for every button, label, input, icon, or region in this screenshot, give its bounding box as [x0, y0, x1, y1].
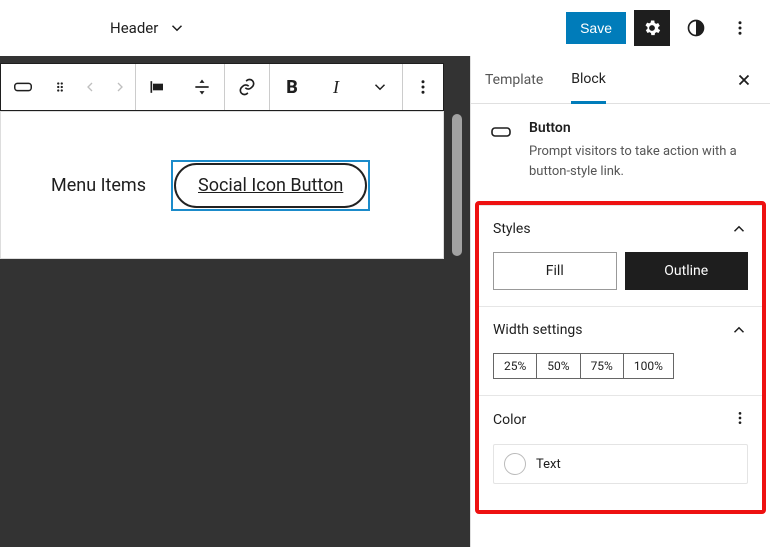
color-options-button[interactable] [732, 410, 748, 430]
align-left-icon [148, 77, 168, 97]
tab-block[interactable]: Block [571, 57, 606, 104]
button-block[interactable]: Social Icon Button [174, 163, 367, 208]
text-color-label: Text [536, 457, 561, 472]
canvas-scrollbar[interactable] [452, 114, 462, 256]
kebab-icon [732, 410, 748, 426]
editor-canvas[interactable]: B I Menu Items Social Icon Button [0, 56, 470, 547]
button-block-icon [489, 120, 513, 144]
move-right-button[interactable] [105, 64, 135, 110]
styles-contrast-button[interactable] [678, 10, 714, 46]
kebab-icon [731, 19, 749, 37]
header-template-area[interactable]: Menu Items Social Icon Button [0, 111, 444, 259]
chevron-down-icon [371, 78, 389, 96]
align-middle-icon [192, 77, 212, 97]
vertical-align-button[interactable] [180, 64, 224, 110]
link-button[interactable] [225, 64, 269, 110]
bold-button[interactable]: B [270, 64, 314, 110]
width-100-button[interactable]: 100% [624, 353, 674, 379]
width-75-button[interactable]: 75% [581, 353, 624, 379]
block-name: Button [529, 120, 752, 136]
italic-icon: I [333, 77, 339, 98]
options-menu-button[interactable] [722, 10, 758, 46]
width-25-button[interactable]: 25% [493, 353, 537, 379]
block-type-button[interactable] [1, 64, 45, 110]
move-left-button[interactable] [75, 64, 105, 110]
document-title-dropdown[interactable]: Header [110, 19, 186, 37]
block-options-button[interactable] [403, 64, 443, 110]
contrast-icon [686, 18, 706, 38]
block-description: Prompt visitors to take action with a bu… [529, 142, 752, 181]
kebab-icon [414, 78, 432, 96]
save-button[interactable]: Save [566, 12, 626, 44]
close-icon [735, 71, 753, 89]
width-heading: Width settings [493, 322, 583, 338]
chevron-up-icon [730, 220, 748, 238]
chevron-up-icon [730, 321, 748, 339]
width-50-button[interactable]: 50% [537, 353, 580, 379]
chevron-left-icon [82, 79, 98, 95]
document-title: Header [110, 19, 158, 37]
tab-template[interactable]: Template [485, 58, 543, 102]
close-sidebar-button[interactable] [730, 66, 758, 94]
chevron-down-icon [168, 19, 186, 37]
gear-icon [642, 18, 662, 38]
settings-button[interactable] [634, 10, 670, 46]
styles-heading: Styles [493, 221, 531, 237]
style-fill-button[interactable]: Fill [493, 252, 617, 290]
style-outline-button[interactable]: Outline [625, 252, 749, 290]
width-panel-toggle[interactable]: Width settings [493, 321, 748, 339]
color-heading: Color [493, 412, 526, 428]
bold-icon: B [286, 77, 298, 98]
highlighted-settings-region: Styles Fill Outline Width settings 25% 5… [475, 201, 766, 514]
button-block-icon [12, 76, 34, 98]
drag-handle[interactable] [45, 64, 75, 110]
text-color-button[interactable]: Text [493, 444, 748, 484]
more-formatting-button[interactable] [358, 64, 402, 110]
align-button[interactable] [136, 64, 180, 110]
block-toolbar: B I [0, 63, 444, 111]
drag-icon [53, 80, 67, 94]
styles-panel-toggle[interactable]: Styles [493, 220, 748, 238]
link-icon [237, 77, 257, 97]
italic-button[interactable]: I [314, 64, 358, 110]
color-swatch [504, 453, 526, 475]
menu-items-label: Menu Items [51, 175, 146, 196]
chevron-right-icon [112, 79, 128, 95]
block-icon [489, 120, 513, 144]
